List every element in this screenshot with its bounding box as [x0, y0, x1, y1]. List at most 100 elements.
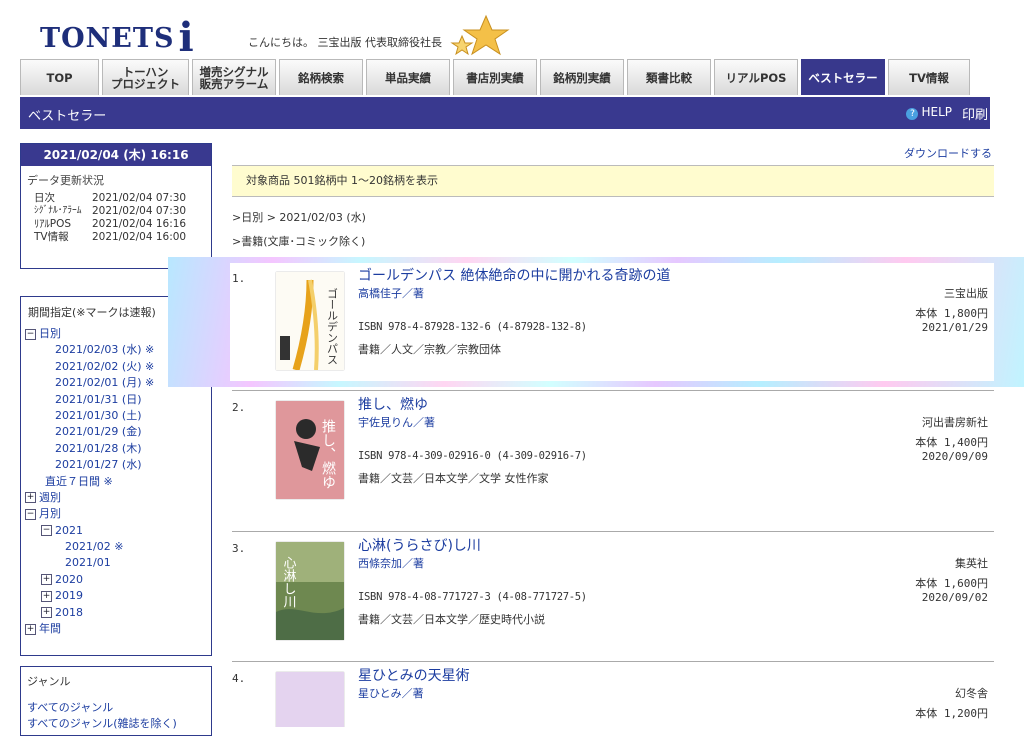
tab-label: 銘柄検索: [298, 70, 344, 85]
collapse-icon[interactable]: −: [41, 525, 52, 537]
tonets-logo[interactable]: TONETS i: [40, 10, 195, 61]
current-datetime: 2021/02/04 (木) 16:16: [21, 144, 211, 166]
tree-year-2019[interactable]: +2019: [25, 588, 207, 604]
day-link[interactable]: 2021/01/29 (金): [55, 425, 141, 438]
tree-year-2021[interactable]: −2021: [25, 523, 207, 539]
tree-label[interactable]: 週別: [39, 491, 61, 504]
tab-signal-alarm[interactable]: 増売シグナル 販売アラーム: [192, 59, 276, 95]
book-cover-image[interactable]: 心淋し川: [276, 542, 344, 640]
cover-title: 心淋し川: [281, 556, 297, 608]
tab-top[interactable]: TOP: [20, 59, 99, 95]
expand-icon[interactable]: +: [41, 590, 52, 602]
expand-icon[interactable]: +: [41, 574, 52, 586]
tab-label: 銘柄別実績: [553, 70, 611, 85]
page-title-bar: ベストセラー ? HELP 印刷: [20, 97, 990, 129]
update-status-label: データ更新状況: [27, 174, 104, 187]
tree-day-item[interactable]: 2021/01/27 (水): [25, 457, 207, 473]
month-link[interactable]: 2021/02 ※: [65, 540, 123, 553]
tree-label[interactable]: 年間: [39, 622, 61, 635]
tab-title-search[interactable]: 銘柄検索: [279, 59, 363, 95]
download-link[interactable]: ダウンロードする: [904, 145, 992, 161]
tab-tohan-project[interactable]: トーハン プロジェクト: [102, 59, 189, 95]
print-link[interactable]: 印刷: [962, 104, 988, 123]
tab-title-results[interactable]: 銘柄別実績: [540, 59, 624, 95]
collapse-icon[interactable]: −: [25, 328, 36, 340]
tree-day-item[interactable]: 2021/01/31 (日): [25, 392, 207, 408]
tab-label: 増売シグナル 販売アラーム: [199, 64, 269, 91]
help-icon: ?: [906, 108, 919, 120]
day-link[interactable]: 2021/01/30 (土): [55, 409, 141, 422]
author-link[interactable]: 高橋佳子／著: [358, 285, 424, 301]
isbn: ISBN 978-4-08-771727-3 (4-08-771727-5): [358, 591, 587, 603]
status-value: 2021/02/04 07:30: [92, 192, 187, 204]
book-title-link[interactable]: ゴールデンパス 絶体絶命の中に開かれる奇跡の道: [358, 265, 670, 285]
day-link[interactable]: 2021/01/27 (水): [55, 458, 141, 471]
status-row: TV情報 2021/02/04 16:00: [34, 231, 186, 244]
status-value: 2021/02/04 16:16: [92, 218, 187, 230]
expand-icon[interactable]: +: [41, 607, 52, 619]
rank-number: 2.: [232, 401, 246, 414]
tree-label[interactable]: 2019: [55, 589, 83, 602]
status-key: ﾘｱﾙPOS: [34, 218, 72, 230]
tree-day-item[interactable]: 2021/01/29 (金): [25, 424, 207, 440]
tree-year-2018[interactable]: +2018: [25, 605, 207, 621]
genre-link-all[interactable]: すべてのジャンル: [27, 699, 205, 715]
collapse-icon[interactable]: −: [25, 508, 36, 520]
tab-real-pos[interactable]: リアルPOS: [714, 59, 798, 95]
recent7-link[interactable]: 直近７日間 ※: [45, 475, 113, 488]
genre-heading: ジャンル: [27, 675, 71, 688]
tree-label[interactable]: 2021: [55, 524, 83, 537]
update-status-table: 日次 2021/02/04 07:30 ｼｸﾞﾅﾙ･ｱﾗｰﾑ 2021/02/04 …: [34, 192, 186, 244]
release-date: 2020/09/09: [921, 450, 988, 463]
tree-yearly[interactable]: + 年間: [25, 621, 207, 637]
genre-link-no-magazine[interactable]: すべてのジャンル(雑誌を除く): [27, 715, 205, 731]
genre-path: 書籍／文芸／日本文学／文学 女性作家: [358, 472, 549, 485]
book-title-link[interactable]: 推し、燃ゆ: [358, 394, 428, 414]
tree-day-item[interactable]: 2021/01/30 (土): [25, 408, 207, 424]
book-title-link[interactable]: 心淋(うらさび)し川: [358, 535, 481, 555]
tab-tv-info[interactable]: TV情報: [888, 59, 970, 95]
tree-year-2020[interactable]: +2020: [25, 572, 207, 588]
tree-weekly[interactable]: + 週別: [25, 490, 207, 506]
day-link[interactable]: 2021/01/31 (日): [55, 393, 141, 406]
book-cover-image[interactable]: 推し、燃ゆ: [276, 401, 344, 499]
expand-icon[interactable]: +: [25, 492, 36, 504]
release-date: 2020/09/02: [921, 591, 988, 604]
tree-label[interactable]: 月別: [39, 507, 61, 520]
tree-label[interactable]: 2018: [55, 606, 83, 619]
tab-bestseller[interactable]: ベストセラー: [801, 59, 885, 95]
author-link[interactable]: 宇佐見りん／著: [358, 414, 435, 430]
day-link[interactable]: 2021/01/28 (木): [55, 442, 141, 455]
bestseller-item: 2. 推し、燃ゆ 推し、燃ゆ 宇佐見りん／著 ISBN 978-4-309-02…: [232, 390, 994, 531]
book-cover-image[interactable]: [276, 672, 344, 727]
author-link[interactable]: 西條奈加／著: [358, 555, 424, 571]
tab-similar-books[interactable]: 類書比較: [627, 59, 711, 95]
cover-title: 推し、燃ゆ: [320, 419, 336, 489]
tab-label: ベストセラー: [808, 70, 878, 85]
tree-month-item[interactable]: 2021/02 ※: [25, 539, 207, 555]
author-link[interactable]: 星ひとみ／著: [358, 685, 424, 701]
day-link[interactable]: 2021/02/02 (火) ※: [55, 360, 154, 373]
tree-month-item[interactable]: 2021/01: [25, 555, 207, 571]
tree-recent7[interactable]: 直近７日間 ※: [25, 474, 207, 490]
price: 本体 1,200円: [915, 707, 988, 720]
logo-i: i: [178, 14, 195, 61]
day-link[interactable]: 2021/02/03 (水) ※: [55, 343, 154, 356]
tree-label[interactable]: 2020: [55, 573, 83, 586]
tree-day-item[interactable]: 2021/01/28 (木): [25, 441, 207, 457]
tree-label[interactable]: 日別: [39, 327, 61, 340]
book-cover-image[interactable]: ゴールデンパス: [276, 272, 344, 370]
day-link[interactable]: 2021/02/01 (月) ※: [55, 376, 154, 389]
status-key: TV情報: [34, 231, 69, 243]
genre-path: 書籍／人文／宗教／宗教団体: [358, 343, 501, 356]
expand-icon[interactable]: +: [25, 623, 36, 635]
tab-label: リアルPOS: [725, 70, 787, 85]
book-title-link[interactable]: 星ひとみの天星術: [358, 665, 470, 685]
bestseller-item: 3. 心淋し川 心淋(うらさび)し川 西條奈加／著 ISBN 978-4-08-…: [232, 531, 994, 662]
tab-item-results[interactable]: 単品実績: [366, 59, 450, 95]
price: 本体 1,800円: [915, 307, 988, 320]
tree-monthly[interactable]: − 月別: [25, 506, 207, 522]
month-link[interactable]: 2021/01: [65, 556, 111, 569]
help-link[interactable]: ? HELP: [906, 105, 952, 120]
tab-store-results[interactable]: 書店別実績: [453, 59, 537, 95]
